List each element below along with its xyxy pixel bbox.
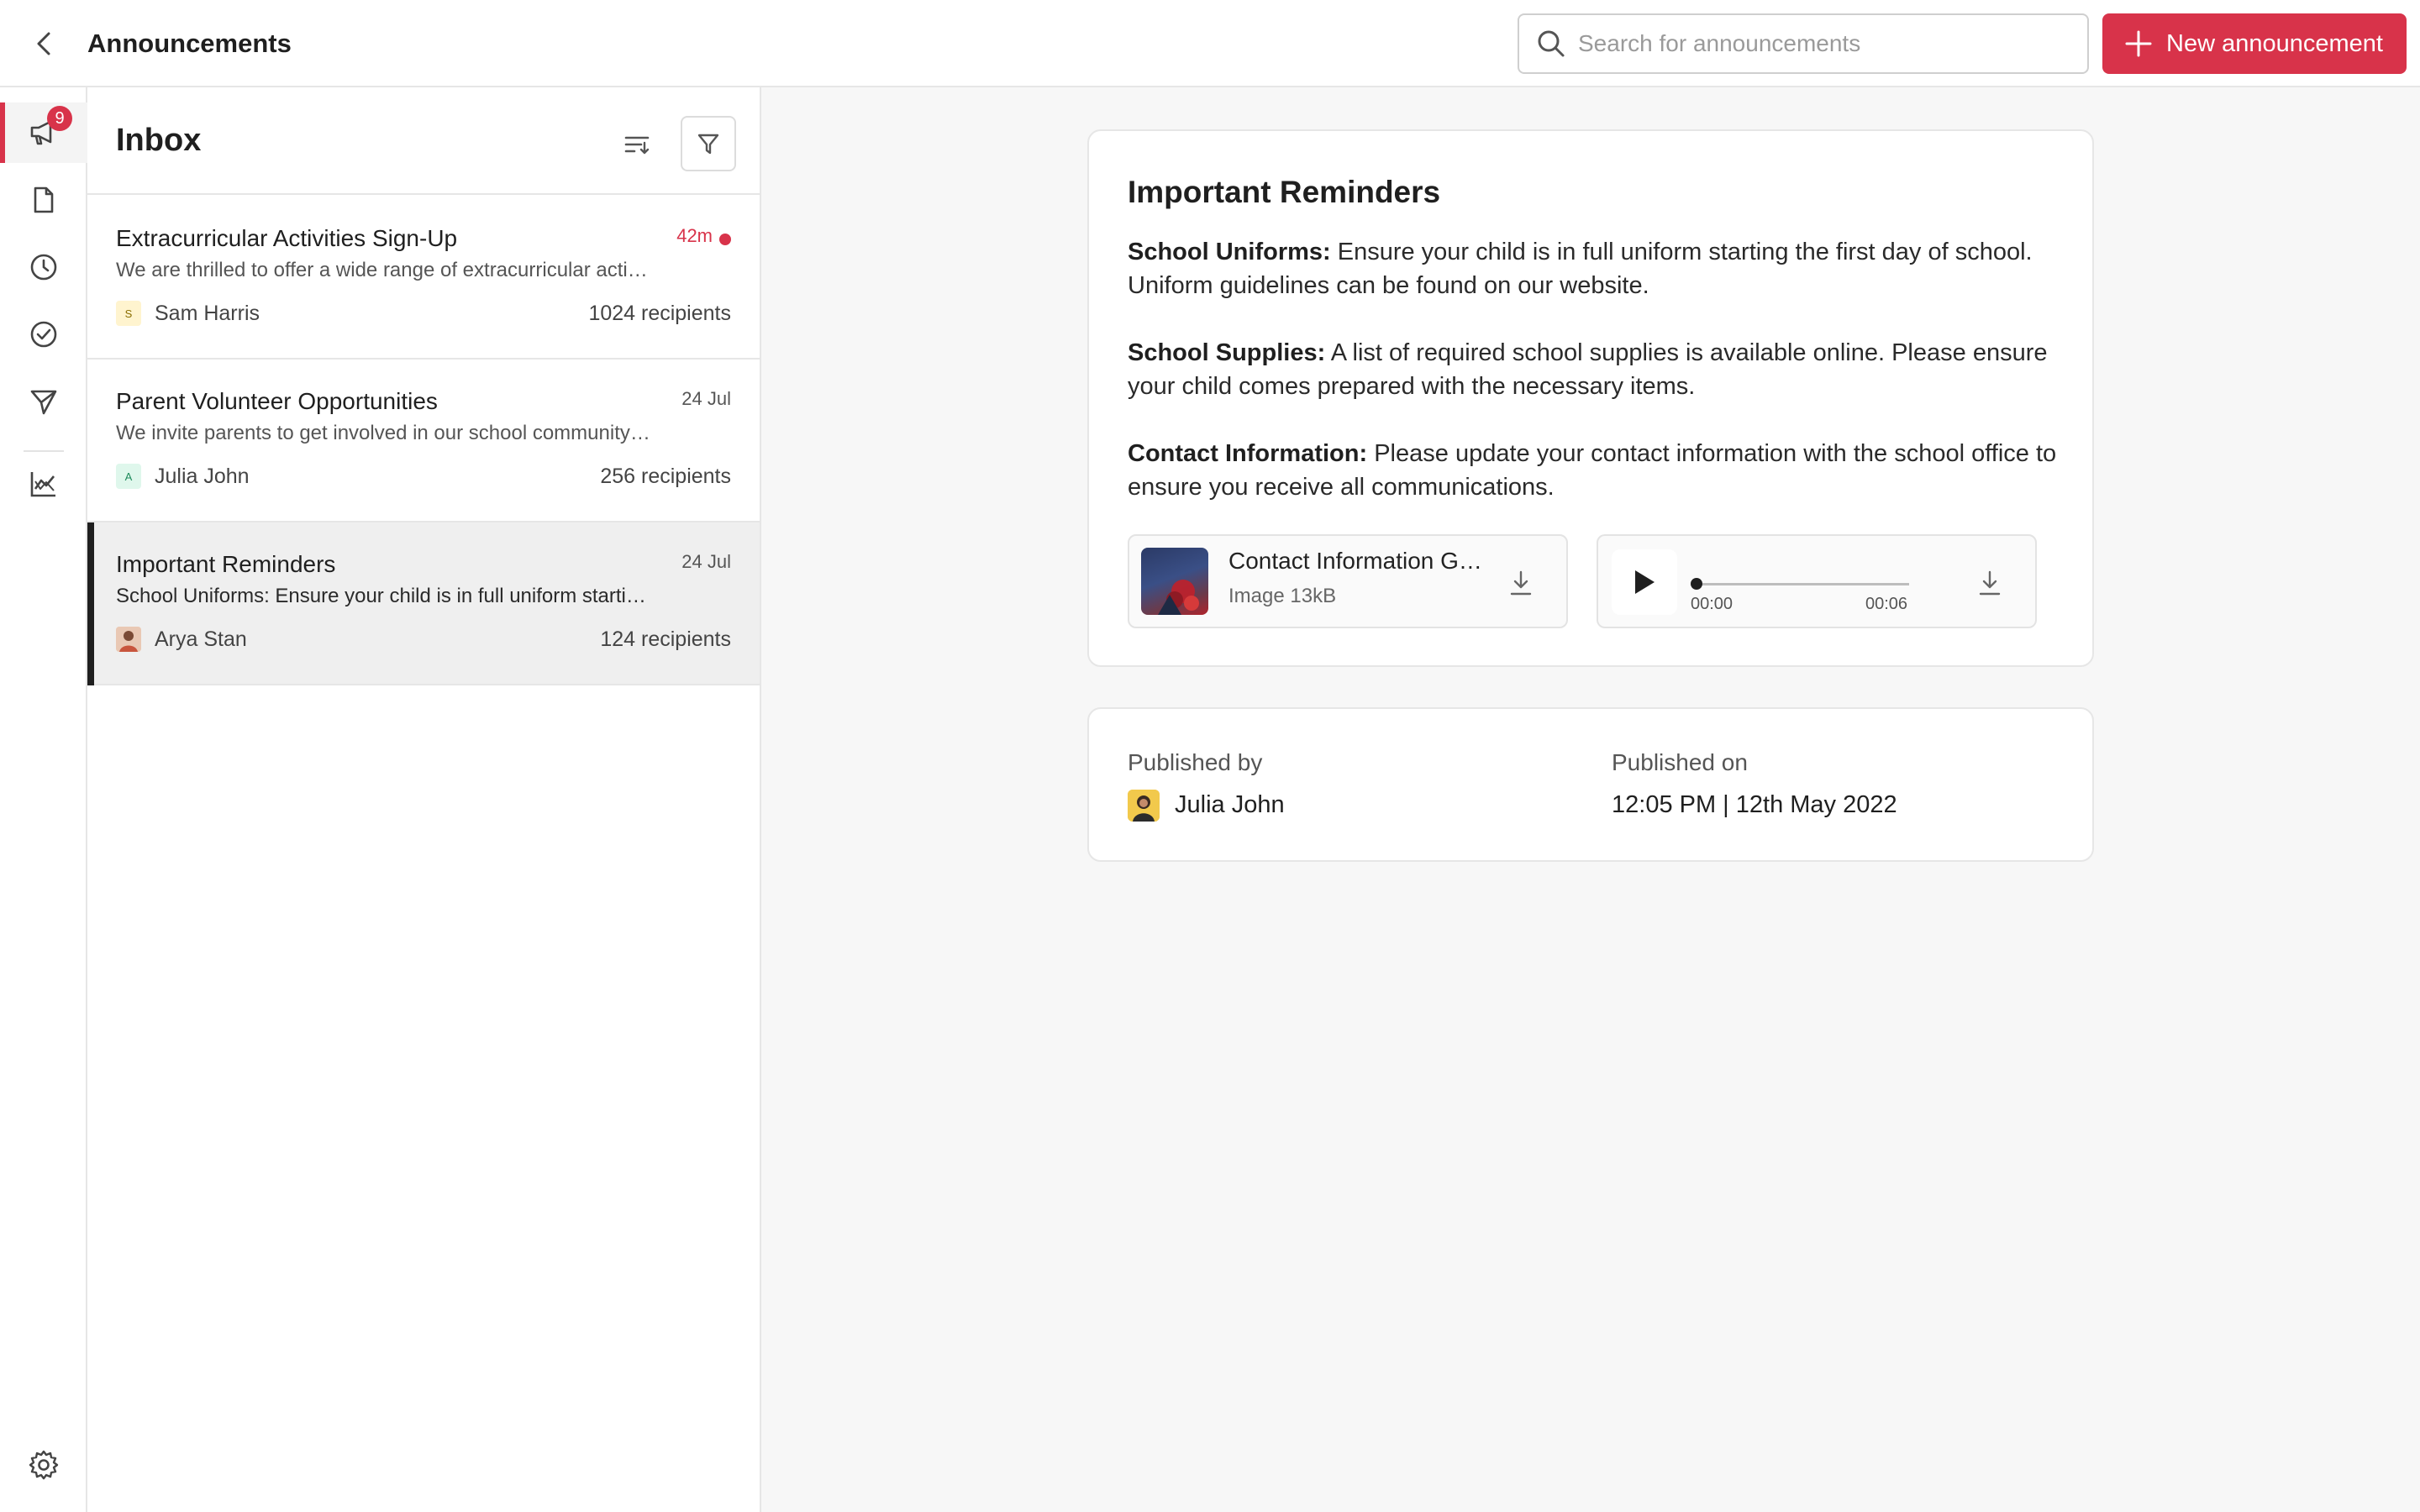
attachment-meta: Image 13kB <box>1228 585 1337 607</box>
nav-rail: 9 <box>0 87 87 1512</box>
search-input[interactable] <box>1578 30 2065 57</box>
nav-settings[interactable] <box>0 1435 87 1495</box>
send-icon <box>30 390 57 415</box>
attachment-name: Contact Information Guidelines <box>1228 548 1489 574</box>
announcement-title: Important Reminders <box>1128 175 1441 209</box>
inbox-item-title: Parent Volunteer Opportunities <box>116 388 438 414</box>
inbox-item-recipients: 124 recipients <box>600 627 731 651</box>
document-icon <box>34 186 54 213</box>
announcement-section: School Uniforms: Ensure your child is in… <box>1128 235 2060 302</box>
plus-icon <box>2125 30 2152 57</box>
image-thumbnail <box>1141 548 1208 615</box>
inbox-item[interactable]: Parent Volunteer Opportunities 24 Jul We… <box>87 360 760 522</box>
inbox-title: Inbox <box>116 123 202 158</box>
nav-sent[interactable] <box>0 371 87 432</box>
inbox-item-author: Sam Harris <box>155 302 260 325</box>
notification-badge: 9 <box>47 106 72 131</box>
gear-icon <box>29 1450 59 1480</box>
inbox-item-recipients: 256 recipients <box>600 465 731 488</box>
avatar: S <box>116 301 141 326</box>
inbox-item-author: Julia John <box>155 465 250 488</box>
nav-approved[interactable] <box>0 304 87 365</box>
inbox-item-preview: School Uniforms: Ensure your child is in… <box>116 585 654 607</box>
section-heading: School Supplies: <box>1128 339 1326 366</box>
nav-documents[interactable] <box>0 170 87 230</box>
published-on-value: 12:05 PM | 12th May 2022 <box>1612 791 1897 818</box>
announcement-section: School Supplies: A list of required scho… <box>1128 336 2060 403</box>
play-icon <box>1635 570 1655 594</box>
inbox-item-selected[interactable]: Important Reminders 24 Jul School Unifor… <box>87 522 760 685</box>
inbox-item-title: Extracurricular Activities Sign-Up <box>116 225 458 251</box>
search-icon <box>1538 30 1565 57</box>
inbox-item-time: 24 Jul <box>681 551 731 572</box>
search-box[interactable] <box>1518 13 2089 74</box>
inbox-pane: Inbox Extracurricular Activities Sign-Up… <box>87 87 761 1512</box>
audio-progress-handle[interactable] <box>1691 578 1702 590</box>
download-icon <box>1510 570 1532 596</box>
check-circle-icon <box>30 321 57 348</box>
inbox-item[interactable]: Extracurricular Activities Sign-Up 42m W… <box>87 197 760 360</box>
section-heading: School Uniforms: <box>1128 239 1331 265</box>
avatar: A <box>116 464 141 489</box>
audio-progress-track[interactable] <box>1694 583 1909 585</box>
announcement-card: Important Reminders School Uniforms: Ens… <box>1087 129 2094 667</box>
sort-icon <box>624 136 650 155</box>
inbox-item-title: Important Reminders <box>116 551 336 577</box>
new-announcement-label: New announcement <box>2166 29 2383 57</box>
download-button[interactable] <box>1971 564 2008 601</box>
inbox-item-preview: We are thrilled to offer a wide range of… <box>116 259 654 281</box>
back-button[interactable] <box>25 25 62 62</box>
section-heading: Contact Information: <box>1128 440 1368 467</box>
published-on-label: Published on <box>1612 749 1748 775</box>
person-avatar-icon <box>1128 790 1160 822</box>
new-announcement-button[interactable]: New announcement <box>2102 13 2407 74</box>
nav-announcements[interactable]: 9 <box>0 102 87 163</box>
inbox-item-preview: We invite parents to get involved in our… <box>116 422 654 444</box>
avatar <box>1128 790 1160 822</box>
clock-icon <box>30 254 57 281</box>
inbox-item-time: 24 Jul <box>681 388 731 409</box>
audio-attachment: 00:00 00:06 <box>1597 534 2037 628</box>
person-avatar-icon <box>116 627 141 652</box>
filter-icon <box>697 134 719 155</box>
top-bar: Announcements New announcement <box>0 0 2420 87</box>
announcement-section: Contact Information: Please update your … <box>1128 437 2060 504</box>
nav-scheduled[interactable] <box>0 237 87 297</box>
rail-divider <box>24 450 64 452</box>
unread-indicator <box>719 234 731 245</box>
audio-total-time: 00:06 <box>1865 595 1908 613</box>
inbox-item-time: 42m <box>676 225 713 246</box>
chevron-left-icon <box>37 32 50 55</box>
play-button[interactable] <box>1612 549 1677 615</box>
inbox-item-author: Arya Stan <box>155 627 247 651</box>
avatar <box>116 627 141 652</box>
announcement-detail: Important Reminders School Uniforms: Ens… <box>761 87 2420 1512</box>
publish-info-card: Published by Julia John Published on 12:… <box>1087 707 2094 862</box>
page-title: Announcements <box>87 29 292 58</box>
inbox-header: Inbox <box>87 87 760 195</box>
sort-button[interactable] <box>618 126 655 163</box>
filter-button[interactable] <box>681 116 736 171</box>
published-by-name: Julia John <box>1175 791 1285 818</box>
audio-current-time: 00:00 <box>1691 595 1733 613</box>
nav-analytics[interactable] <box>0 454 87 514</box>
analytics-icon <box>30 472 55 497</box>
inbox-item-recipients: 1024 recipients <box>588 302 731 325</box>
download-icon <box>1979 570 2001 596</box>
image-attachment[interactable]: Contact Information Guidelines Image 13k… <box>1128 534 1568 628</box>
download-button[interactable] <box>1502 564 1539 601</box>
published-by-label: Published by <box>1128 749 1263 775</box>
